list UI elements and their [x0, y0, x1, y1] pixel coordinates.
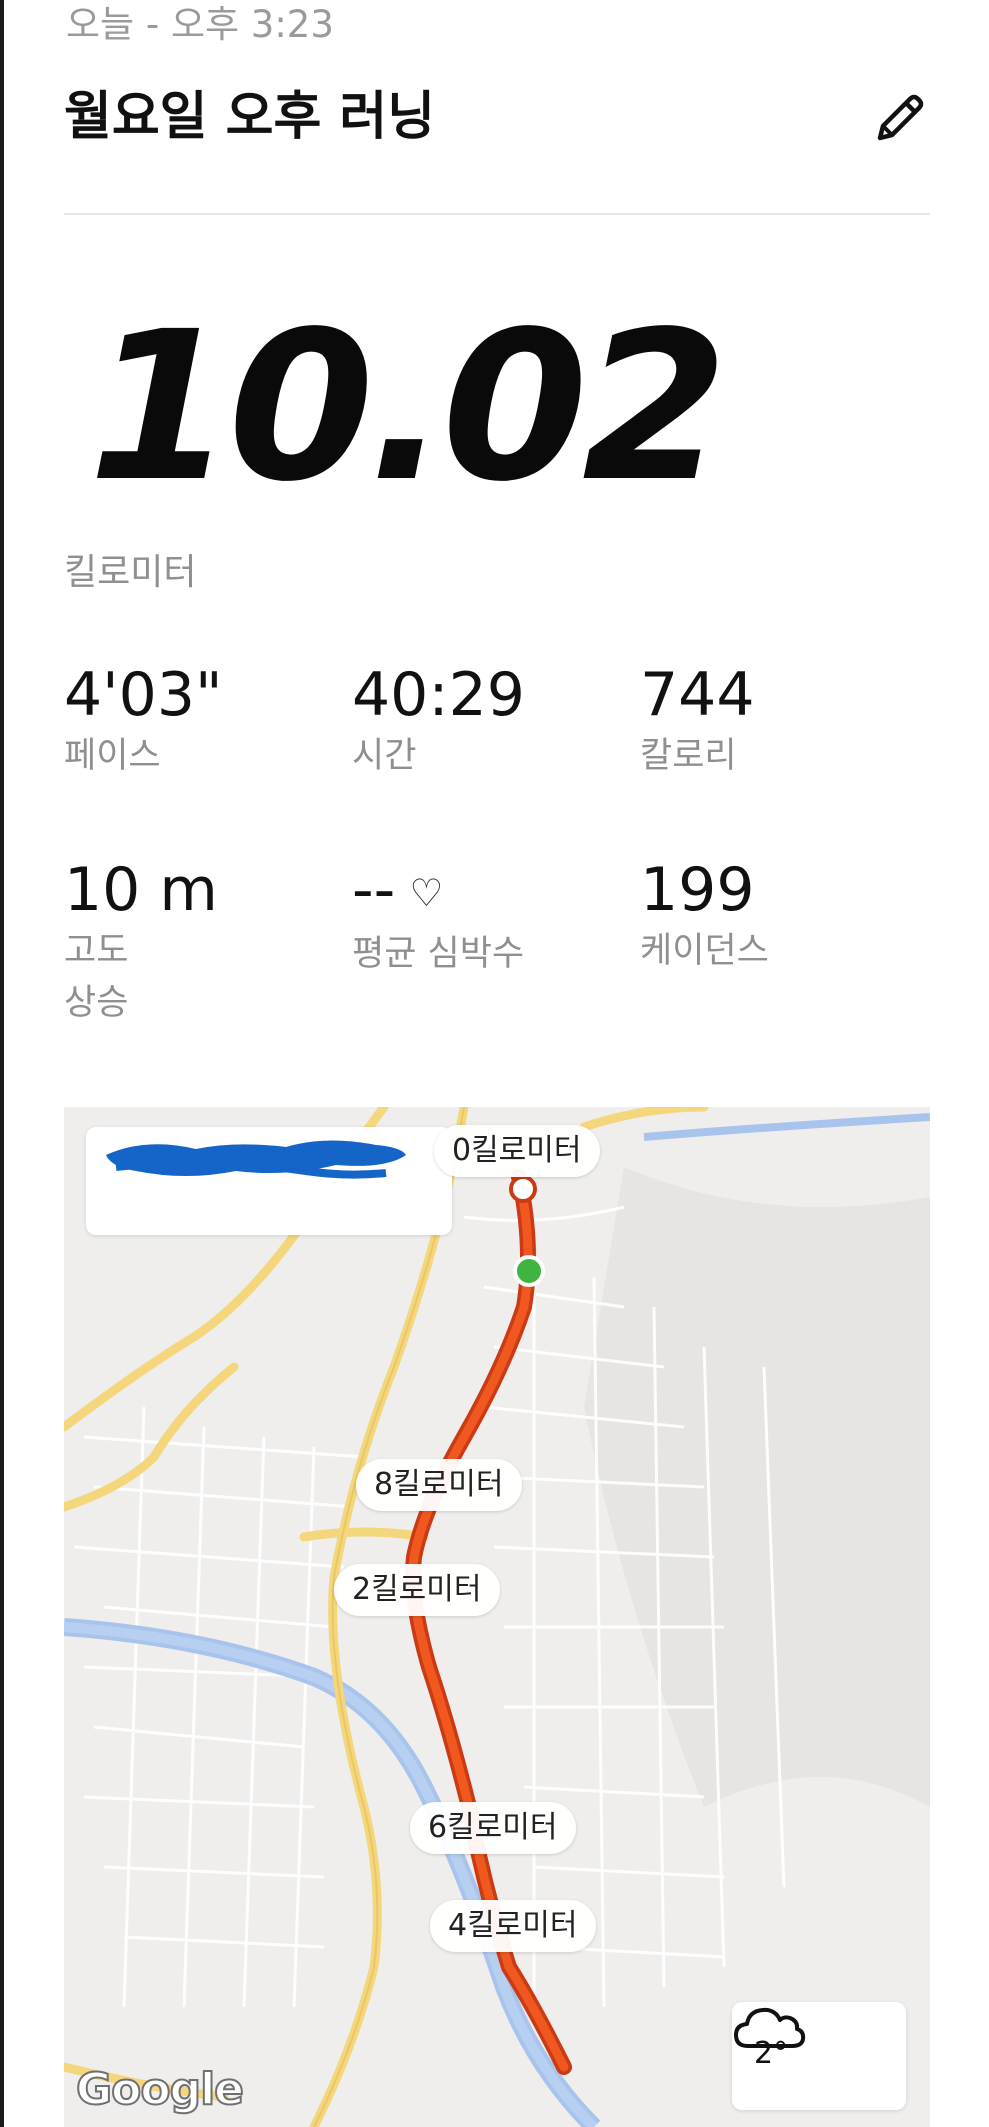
pace-value: 4'03"	[64, 660, 223, 730]
time-label: 시간	[352, 736, 417, 776]
cadence-label: 케이던스	[640, 931, 769, 971]
time-value: 40:29	[352, 660, 525, 730]
left-frame-border	[0, 0, 4, 2127]
stat-heart-rate: -- ♡ 평균 심박수	[352, 855, 524, 980]
google-attribution: Google	[75, 2063, 245, 2116]
activity-date: 오늘 - 오후 3:23	[66, 3, 334, 46]
cadence-value: 199	[640, 855, 755, 925]
cloud-icon	[734, 2007, 806, 2048]
km-marker-4: 4킬로미터	[430, 1900, 596, 1952]
stat-calories: 744 칼로리	[640, 660, 755, 782]
km-marker-0: 0킬로미터	[434, 1125, 600, 1177]
weather-card: 2°	[732, 2002, 906, 2110]
calories-value: 744	[640, 660, 755, 730]
redacted-location-name	[106, 1140, 406, 1179]
heart-rate-value: --	[352, 855, 396, 925]
heart-icon: ♡	[409, 871, 444, 915]
heart-rate-row: -- ♡	[352, 855, 524, 928]
stat-cadence: 199 케이던스	[640, 855, 769, 977]
pencil-icon	[877, 94, 924, 141]
edit-button[interactable]	[866, 88, 930, 152]
elevation-label: 고도 상승	[64, 931, 129, 1023]
route-map[interactable]: 0킬로미터 8킬로미터 2킬로미터 6킬로미터 4킬로미터 2° Google	[64, 1107, 930, 2127]
map-background	[64, 1107, 930, 2127]
activity-title: 월요일 오후 러닝	[64, 87, 436, 147]
stat-elevation: 10 m 고도 상승	[64, 855, 218, 1029]
heart-rate-label: 평균 심박수	[352, 934, 525, 974]
elevation-value: 10 m	[64, 855, 218, 925]
stat-pace: 4'03" 페이스	[64, 660, 223, 782]
km-marker-6: 6킬로미터	[410, 1802, 576, 1854]
distance-unit: 킬로미터	[64, 552, 197, 593]
distance-value: 10.02	[88, 287, 728, 527]
pace-label: 페이스	[64, 736, 161, 776]
header-divider	[64, 213, 930, 215]
calories-label: 칼로리	[640, 736, 737, 776]
location-card	[86, 1127, 452, 1235]
stat-time: 40:29 시간	[352, 660, 525, 782]
km-marker-2: 2킬로미터	[334, 1564, 500, 1616]
km-marker-8: 8킬로미터	[356, 1459, 522, 1511]
